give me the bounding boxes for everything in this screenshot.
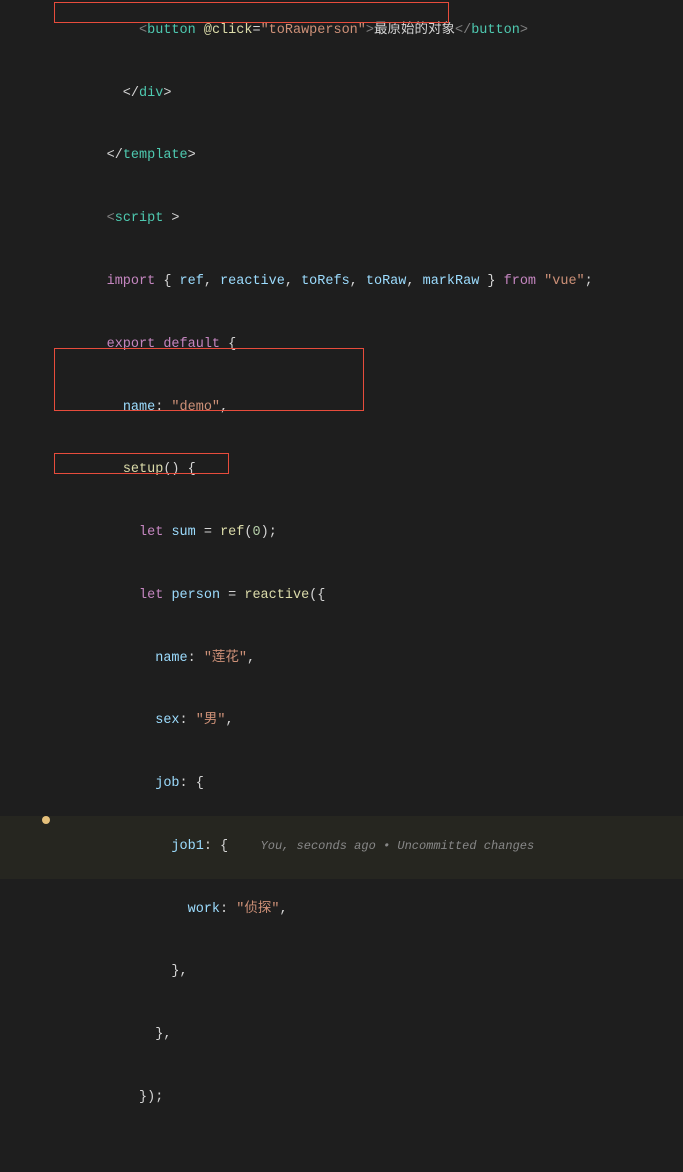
code-line: let person = reactive({ — [0, 565, 683, 628]
code-line: let sum = ref(0); — [0, 502, 683, 565]
code-line: work: "侦探", — [0, 879, 683, 942]
code-line: </div> — [0, 63, 683, 126]
code-line-spacer — [0, 1130, 683, 1151]
code-line: job: { — [0, 753, 683, 816]
code-line: </template> — [0, 126, 683, 189]
code-line: setup() { — [0, 439, 683, 502]
code-line: function toRawperson() { — [0, 1151, 683, 1172]
breakpoint-dot — [42, 816, 50, 824]
code-line: name: "莲花", — [0, 628, 683, 691]
code-line: import { ref, reactive, toRefs, toRaw, m… — [0, 251, 683, 314]
code-line: }, — [0, 941, 683, 1004]
code-line: job1: { You, seconds ago • Uncommitted c… — [0, 816, 683, 879]
code-line: export default { — [0, 314, 683, 377]
code-editor: <button @click="toRawperson">最原始的对象</but… — [0, 0, 683, 1172]
code-line: }); — [0, 1067, 683, 1130]
code-line: }, — [0, 1004, 683, 1067]
code-line: name: "demo", — [0, 377, 683, 440]
code-line: <script > — [0, 188, 683, 251]
code-line: <button @click="toRawperson">最原始的对象</but… — [0, 0, 683, 63]
code-line: sex: "男", — [0, 690, 683, 753]
